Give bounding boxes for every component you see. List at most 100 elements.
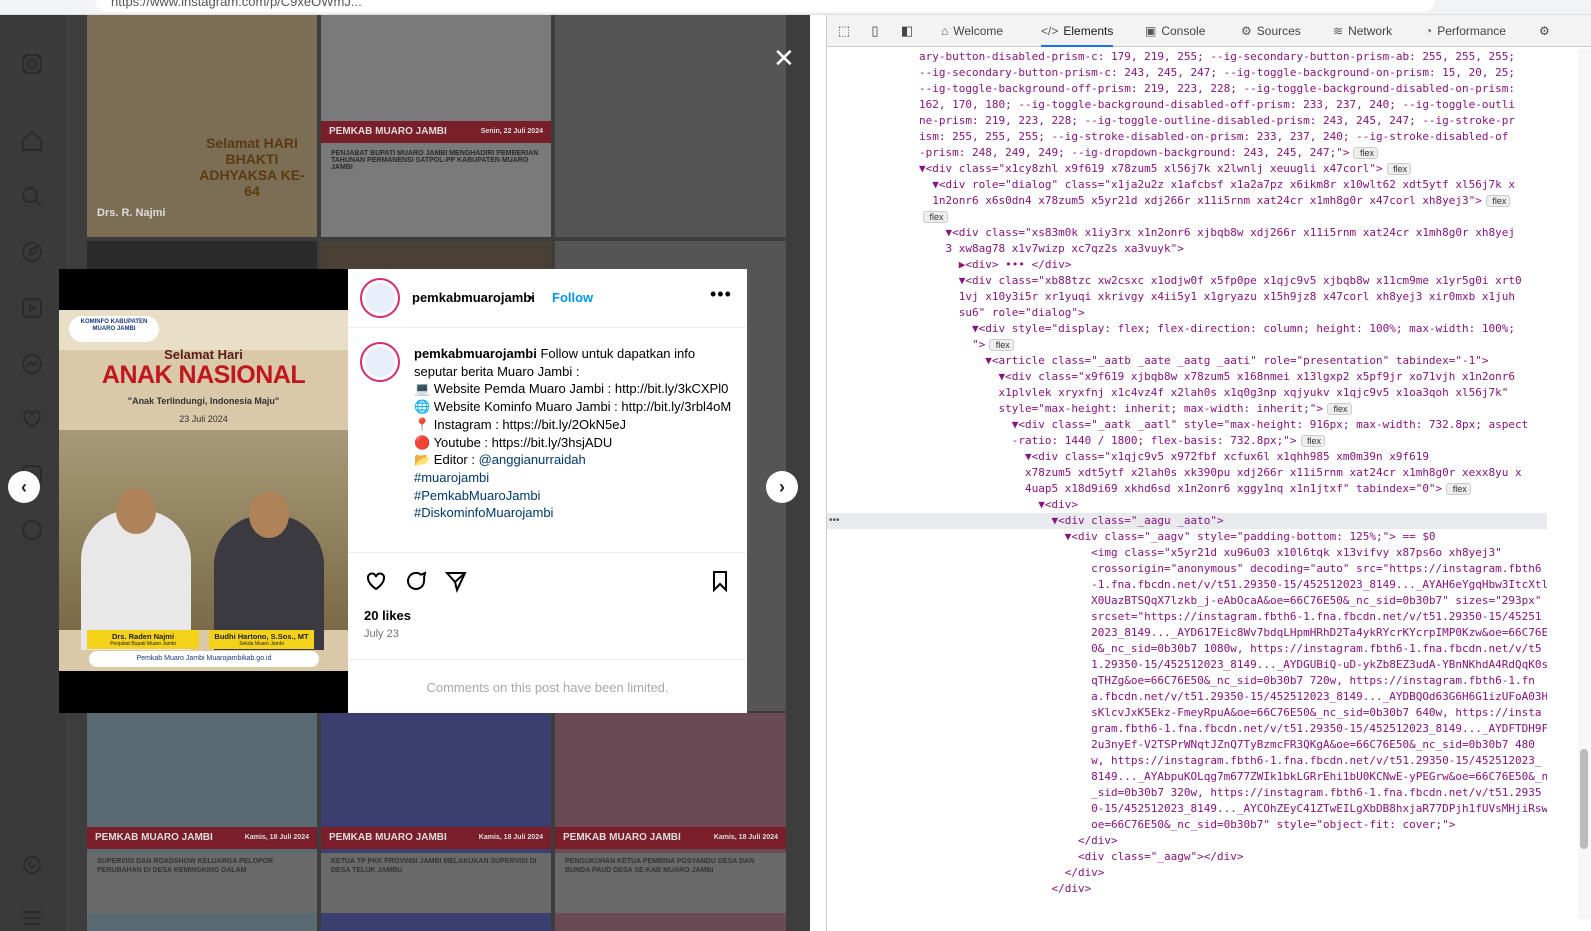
code-line[interactable]: 3 xw8ag78 x1v7wizp xc7qz2s xa3vuyk"> [919,241,1183,257]
code-line[interactable]: ▶<div> ••• </div> [919,257,1072,273]
grid-post-satpolpp[interactable]: PEMKAB MUARO JAMBI Senin, 22 Juli 2024 PE… [321,15,551,237]
messenger-icon[interactable] [19,351,45,377]
code-line[interactable]: 2023_8149..._AYD617Eic8Wv7bdqLHpmHRhD2Ta… [919,625,1547,641]
code-line[interactable]: -prism: 248, 249, 249; --ig-dropdown-bac… [919,145,1378,161]
grid-post-tp-pkk[interactable]: PEMKAB MUARO JAMBI Kamis, 18 Juli 2024 KE… [321,713,551,931]
inspect-element-icon[interactable]: ⬚ [836,23,852,39]
code-line[interactable]: </div> [919,881,1091,897]
post-image[interactable]: KOMINFO KABUPATEN MUARO JAMBI Selamat Ha… [59,310,348,671]
flex-badge[interactable]: flex [1485,195,1511,207]
code-line[interactable]: ▼<div class="_aatk _aatl" style="max-hei… [919,417,1529,433]
code-line[interactable]: ▼<div class="_aagu _aato"> [919,513,1223,529]
hashtag-link[interactable]: #muarojambi [414,470,489,485]
sidebar-toggle-icon[interactable]: ◧ [899,23,915,39]
scrollbar-thumb[interactable] [1580,749,1588,849]
code-line[interactable]: </div> [919,865,1105,881]
code-line[interactable]: ▼<div class="x1qjc9v5 x972fbf xcfux6l x1… [919,449,1429,465]
code-line[interactable]: ne-prism: 219, 223, 228; --ig-toggle-out… [919,113,1515,129]
code-line[interactable]: 162, 170, 180; --ig-toggle-background-di… [919,97,1515,113]
close-icon[interactable]: ✕ [773,45,795,71]
grid-post-adhyaksa[interactable]: Selamat HARI BHAKTI ADHYAKSA KE-64 Drs. … [87,15,317,237]
device-toolbar-icon[interactable]: ▯ [867,23,883,39]
flex-badge[interactable]: flex [1353,147,1378,159]
tab-welcome[interactable]: ⌂ Welcome [941,15,1003,47]
code-line[interactable]: 4uap5 x18d9i69 xkhd6sd x1n2onr6 xggy1nq … [919,481,1471,497]
code-line[interactable]: -ratio: 1440 / 1800; flex-basis: 732.8px… [919,433,1326,449]
dom-tree-scrollbar[interactable] [1578,49,1590,919]
grid-post-supervisi[interactable]: PEMKAB MUARO JAMBI Kamis, 18 Juli 2024 SU… [87,713,317,931]
code-line[interactable]: <img class="x5yr21d xu96u03 x10l6tqk x13… [919,545,1502,561]
code-line[interactable]: w, https://instagram.fbth6-1.fna.fbcdn.n… [919,753,1541,769]
flex-badge[interactable]: flex [989,339,1014,351]
flex-badge[interactable]: flex [923,211,948,223]
code-line[interactable]: ▼<div class="x9f619 xjbqb8w x78zum5 x168… [919,369,1515,385]
caption-avatar[interactable] [360,342,400,382]
code-line[interactable]: ▼<div> [919,497,1078,513]
code-line[interactable]: --ig-toggle-background-off-prism: 219, 2… [919,81,1515,97]
like-heart-icon[interactable] [364,569,388,593]
code-line[interactable]: qTHZg&oe=66C76E50&_nc_sid=0b30b7 720w, h… [919,673,1535,689]
code-line[interactable]: 0&_nc_sid=0b30b7 1080w, https://instagra… [919,641,1541,657]
flex-badge[interactable]: flex [1326,403,1352,415]
settings-gear-icon[interactable]: ⚙ [1539,15,1550,47]
home-icon[interactable] [19,128,45,154]
grid-post-pengukuhan[interactable]: PEMKAB MUARO JAMBI Kamis, 18 Juli 2024 PE… [555,713,786,931]
code-line[interactable]: srcset="https://instagram.fbth6-1.fna.fb… [919,609,1541,625]
likes-count[interactable]: 20 likes [364,608,411,623]
threads-icon[interactable] [19,852,45,878]
caption-username[interactable]: pemkabmuarojambi [414,346,537,361]
code-line[interactable]: </div> [919,833,1118,849]
editor-mention-link[interactable]: @anggianurraidah [479,452,586,467]
flex-badge[interactable]: flex [1446,483,1471,495]
profile-avatar-icon[interactable] [19,517,45,543]
code-line[interactable]: oe=66C76E50&_nc_sid=0b30b7" style="objec… [919,817,1455,833]
menu-icon[interactable] [19,905,45,931]
code-line[interactable]: <div class="_aagw"></div> [919,849,1244,865]
hashtag-link[interactable]: #PemkabMuaroJambi [414,488,540,503]
code-line[interactable]: ▼<div class="_aagv" style="padding-botto… [919,529,1436,545]
tab-network[interactable]: ≋ Network [1333,15,1392,47]
instagram-logo-icon[interactable] [19,51,45,77]
code-line[interactable]: su6" role="dialog"> [919,305,1085,321]
code-line[interactable]: ▼<div style="display: flex; flex-directi… [919,321,1515,337]
code-line[interactable]: style="max-height: inherit; max-width: i… [919,401,1352,417]
code-line[interactable]: ▼<div class="xs83m0k x1iy3rx x1n2onr6 xj… [919,225,1515,241]
next-post-button[interactable]: › [766,471,798,503]
code-line[interactable]: ism: 255, 255, 255; --ig-stroke-disabled… [919,129,1508,145]
search-icon[interactable] [19,184,45,210]
tab-performance[interactable]: ◔ Performance [1425,15,1506,47]
code-line[interactable]: x78zum5 xdt5ytf x2lah0s xk390pu xdj266r … [919,465,1522,481]
comment-icon[interactable] [404,569,428,593]
code-line[interactable]: a.fbcdn.net/v/t51.29350-15/452512023_814… [919,689,1547,705]
code-line[interactable]: -1.fna.fbcdn.net/v/t51.29350-15/45251202… [919,577,1547,593]
code-line[interactable]: ▼<div class="x1cy8zhl x9f619 x78zum5 xl5… [919,161,1412,177]
code-line[interactable]: "> flex [919,337,1014,353]
flex-badge[interactable]: flex [1300,435,1326,447]
code-line[interactable]: 1n2onr6 x6s0dn4 x78zum5 x5yr21d xdj266r … [919,193,1511,209]
code-line[interactable]: ary-button-disabled-prism-c: 179, 219, 2… [919,49,1515,65]
code-line[interactable]: 0-15/452512023_8149..._AYCOhZEyC41ZTwEIL… [919,801,1547,817]
code-line[interactable]: 8149..._AYAbpuKOLqg7m677ZWIk1bkLGRrEhi1b… [919,769,1547,785]
avatar[interactable] [360,278,400,318]
code-line[interactable]: x1plvlek xryxfnj x1c4vz4f x2lah0s x1q0g3… [919,385,1508,401]
share-icon[interactable] [444,569,468,593]
code-line[interactable]: ▼<div class="xb88tzc xw2csxc x1odjw0f x5… [919,273,1522,289]
code-line[interactable]: sKlcvJxK5Ekz-FmeyRpuA&oe=66C76E50&_nc_si… [919,705,1541,721]
code-line[interactable]: X0UazBTSQqX7lzkb_j-eAbOcaA&oe=66C76E50&_… [919,593,1541,609]
reels-icon[interactable] [19,295,45,321]
code-line[interactable]: 1vj x10y3i5r xr1yuqi xkrivgy x4ii5y1 x1g… [919,289,1515,305]
grid-post-group-photo[interactable] [555,15,786,237]
address-bar[interactable]: https://www.instagram.com/p/C9xeOWmJ... [95,0,1435,12]
tab-sources[interactable]: ⚙ Sources [1241,15,1301,47]
code-line[interactable]: flex [919,209,948,225]
code-line[interactable]: 2u3nyEf-V2TSPrWNqtJZnQ7TyBzmcFR3QKgA&oe=… [919,737,1535,753]
heart-notifications-icon[interactable] [19,406,45,432]
save-bookmark-icon[interactable] [708,569,732,593]
code-line[interactable]: --ig-secondary-button-prism-c: 243, 245,… [919,65,1515,81]
tab-console[interactable]: ▣ Console [1145,15,1205,47]
post-date[interactable]: July 23 [364,628,399,640]
flex-badge[interactable]: flex [1386,163,1412,175]
code-line[interactable]: crossorigin="anonymous" decoding="auto" … [919,561,1541,577]
code-line[interactable]: gram.fbth6-1.fna.fbcdn.net/v/t51.29350-1… [919,721,1547,737]
previous-post-button[interactable]: ‹ [8,471,40,503]
